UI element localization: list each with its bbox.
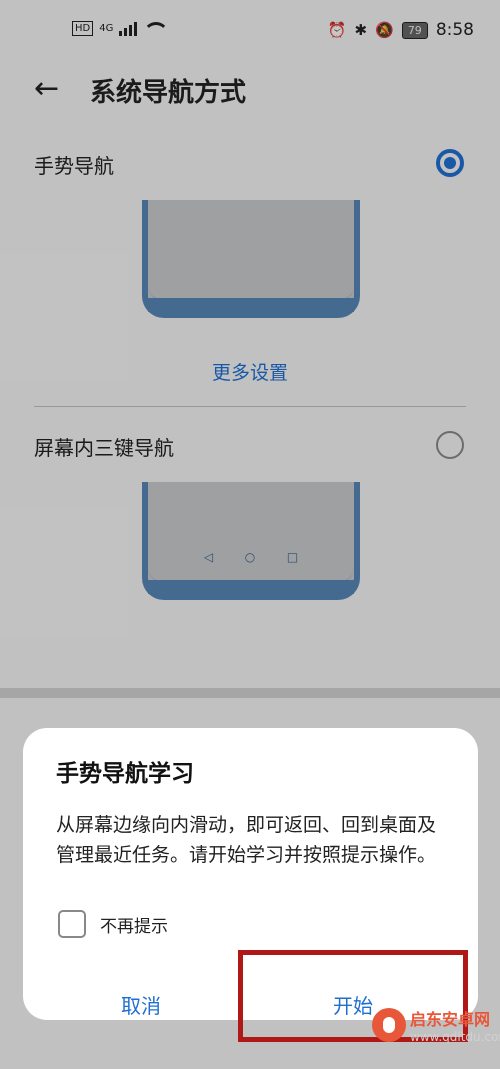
watermark-logo-icon	[372, 1008, 406, 1042]
dont-remind-row[interactable]: 不再提示	[58, 910, 168, 938]
watermark-url: www.qdltdu.com	[410, 1030, 500, 1044]
watermark-name: 启东安卓网	[410, 1010, 491, 1029]
dont-remind-label[interactable]: 不再提示	[100, 912, 168, 937]
dont-remind-checkbox[interactable]	[58, 910, 86, 938]
dialog-message: 从屏幕边缘向内滑动，即可返回、回到桌面及管理最近任务。请开始学习并按照提示操作。	[56, 814, 437, 866]
watermark: 启东安卓网 www.qdltdu.com	[370, 1000, 500, 1069]
cancel-button[interactable]: 取消	[121, 990, 161, 1019]
dialog-title: 手势导航学习	[56, 761, 194, 787]
